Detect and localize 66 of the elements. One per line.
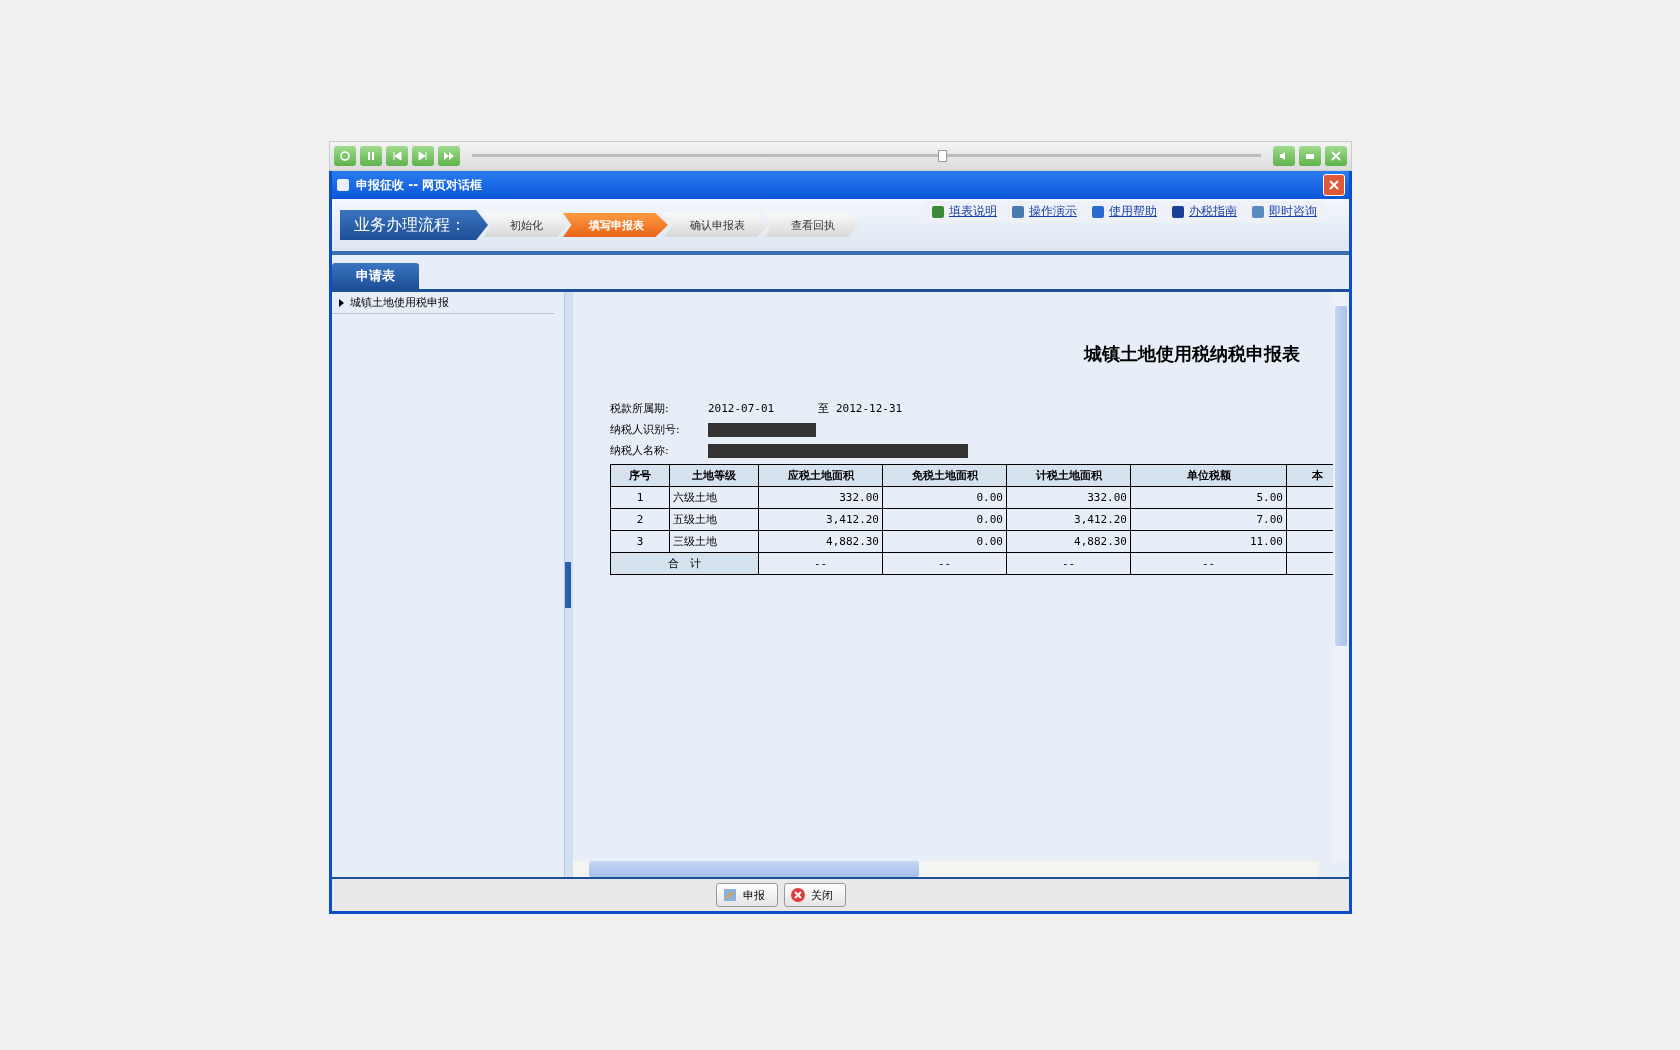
field-label: 税款所属期: bbox=[610, 401, 670, 416]
help-link[interactable]: 办税指南 bbox=[1171, 203, 1237, 220]
close-icon bbox=[790, 888, 805, 902]
date-value: 2012-12-31 bbox=[836, 402, 903, 415]
column-header: 计税土地面积 bbox=[1006, 464, 1131, 487]
date-value: 2012-07-01 bbox=[708, 402, 776, 415]
table-cell: 332.00 bbox=[1006, 486, 1131, 509]
caret-icon bbox=[338, 298, 344, 307]
window-title: 申报征收 -- 网页对话框 bbox=[356, 176, 484, 194]
table-cell: 5.00 bbox=[1130, 486, 1287, 509]
table-cell: 1 bbox=[610, 486, 670, 509]
column-header: 应税土地面积 bbox=[758, 464, 883, 487]
horizontal-scrollbar[interactable] bbox=[573, 861, 1319, 877]
table-cell: 三级土地 bbox=[669, 530, 759, 553]
table-cell: 0.00 bbox=[882, 508, 1007, 531]
report-title: 城镇土地使用税纳税申报表 bbox=[1082, 342, 1301, 366]
date-separator: 至 bbox=[818, 401, 830, 416]
process-step[interactable]: 初始化 bbox=[484, 213, 567, 237]
help-link[interactable]: 即时咨询 bbox=[1251, 203, 1317, 220]
close-button[interactable]: 关闭 bbox=[783, 883, 846, 907]
column-header: 土地等级 bbox=[669, 464, 759, 487]
close-icon[interactable] bbox=[1325, 146, 1347, 166]
splitter-handle[interactable] bbox=[565, 561, 571, 608]
column-header: 本 bbox=[1286, 464, 1333, 487]
table-cell: 3 bbox=[610, 530, 670, 553]
column-header: 序号 bbox=[610, 464, 670, 487]
pause-icon[interactable] bbox=[360, 146, 382, 166]
table-cell: 332.00 bbox=[758, 486, 883, 509]
table-cell: 3,412.20 bbox=[1006, 508, 1131, 531]
table-cell: -- bbox=[882, 552, 1007, 575]
help-link[interactable]: 使用帮助 bbox=[1091, 203, 1157, 220]
table-cell: -- bbox=[1006, 552, 1131, 575]
field-label: 纳税人识别号: bbox=[610, 422, 681, 437]
table-cell: 4,882.30 bbox=[758, 530, 883, 553]
next-icon[interactable] bbox=[412, 146, 434, 166]
field-label: 纳税人名称: bbox=[610, 443, 670, 458]
table-cell: 2 bbox=[610, 508, 670, 531]
process-step[interactable]: 确认申报表 bbox=[664, 213, 769, 237]
close-button[interactable] bbox=[1323, 174, 1345, 196]
column-header: 免税土地面积 bbox=[882, 464, 1007, 487]
total-label: 合 计 bbox=[610, 552, 759, 575]
table-cell: 六级土地 bbox=[669, 486, 759, 509]
replay-icon[interactable] bbox=[334, 146, 356, 166]
vertical-scrollbar[interactable] bbox=[1333, 292, 1349, 861]
previous-icon[interactable] bbox=[386, 146, 408, 166]
tab[interactable]: 申请表 bbox=[332, 263, 419, 289]
help-link[interactable]: 填表说明 bbox=[931, 203, 997, 220]
process-label: 业务办理流程： bbox=[340, 210, 488, 240]
table-cell: 0.00 bbox=[882, 486, 1007, 509]
table-cell: 7.00 bbox=[1130, 508, 1287, 531]
table-cell: -- bbox=[758, 552, 883, 575]
column-header: 单位税额 bbox=[1130, 464, 1287, 487]
table-cell: 11.00 bbox=[1130, 530, 1287, 553]
help-link[interactable]: 操作演示 bbox=[1011, 203, 1077, 220]
edit-icon bbox=[722, 888, 737, 902]
table-cell: 4,882.30 bbox=[1006, 530, 1131, 553]
submit-button[interactable]: 申报 bbox=[715, 883, 778, 907]
fast-forward-icon[interactable] bbox=[438, 146, 460, 166]
tree-item[interactable]: 城镇土地使用税申报 bbox=[332, 292, 554, 314]
volume-icon[interactable] bbox=[1273, 146, 1295, 166]
close-icon bbox=[1329, 180, 1339, 190]
table-cell: 0.00 bbox=[882, 530, 1007, 553]
table-cell: 五级土地 bbox=[669, 508, 759, 531]
table-cell: 3,412.20 bbox=[758, 508, 883, 531]
table-cell: -- bbox=[1130, 552, 1287, 575]
process-step[interactable]: 查看回执 bbox=[765, 213, 859, 237]
